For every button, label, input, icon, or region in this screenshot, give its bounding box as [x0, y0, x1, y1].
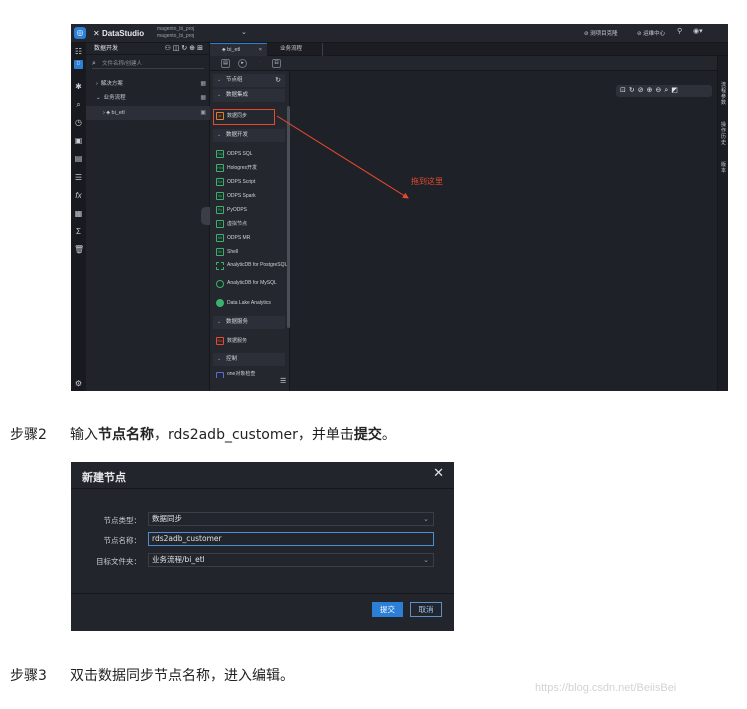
target-folder-label: 目标文件夹：: [96, 557, 141, 566]
node-type-select[interactable]: 数据同步 ⌄: [148, 512, 434, 526]
drag-arrow: [276, 115, 409, 199]
node-name-label: 节点名称：: [103, 536, 142, 545]
node-type-label: 节点类型：: [103, 516, 142, 525]
datastudio-screenshot: ◎ ✕ DataStudio magento_bi_proj magento_b…: [71, 24, 728, 391]
right-side-bar: 流程参数 操作历史 版本: [717, 56, 728, 391]
step3-text: 步骤3 双击数据同步节点名称，进入编辑。: [10, 668, 294, 684]
flow-params-tab[interactable]: 流程参数: [720, 82, 727, 106]
version-tab[interactable]: 版本: [720, 162, 727, 174]
chevron-down-icon: ⌄: [423, 515, 429, 523]
cancel-button[interactable]: 取消: [410, 602, 442, 617]
close-icon[interactable]: ✕: [433, 466, 444, 481]
chevron-down-icon: ⌄: [423, 556, 429, 564]
op-history-tab[interactable]: 操作历史: [720, 122, 727, 146]
new-node-dialog: 新建节点 ✕ 节点类型： 数据同步 ⌄ 节点名称： rds2adb_custome…: [71, 462, 454, 631]
dialog-header: [71, 462, 454, 489]
step2-text: 步骤2 输入节点名称，rds2adb_customer，并单击提交。: [10, 427, 396, 443]
canvas-collapse-handle[interactable]: [201, 207, 210, 225]
target-folder-select[interactable]: 业务流程/bi_etl ⌄: [148, 553, 434, 567]
node-name-input[interactable]: rds2adb_customer: [148, 532, 434, 546]
watermark: https://blog.csdn.net/BeiisBei: [535, 682, 677, 694]
submit-button[interactable]: 提交: [372, 602, 403, 617]
drag-here-annotation: 拖到这里: [411, 177, 443, 186]
dialog-title: 新建节点: [82, 471, 126, 484]
